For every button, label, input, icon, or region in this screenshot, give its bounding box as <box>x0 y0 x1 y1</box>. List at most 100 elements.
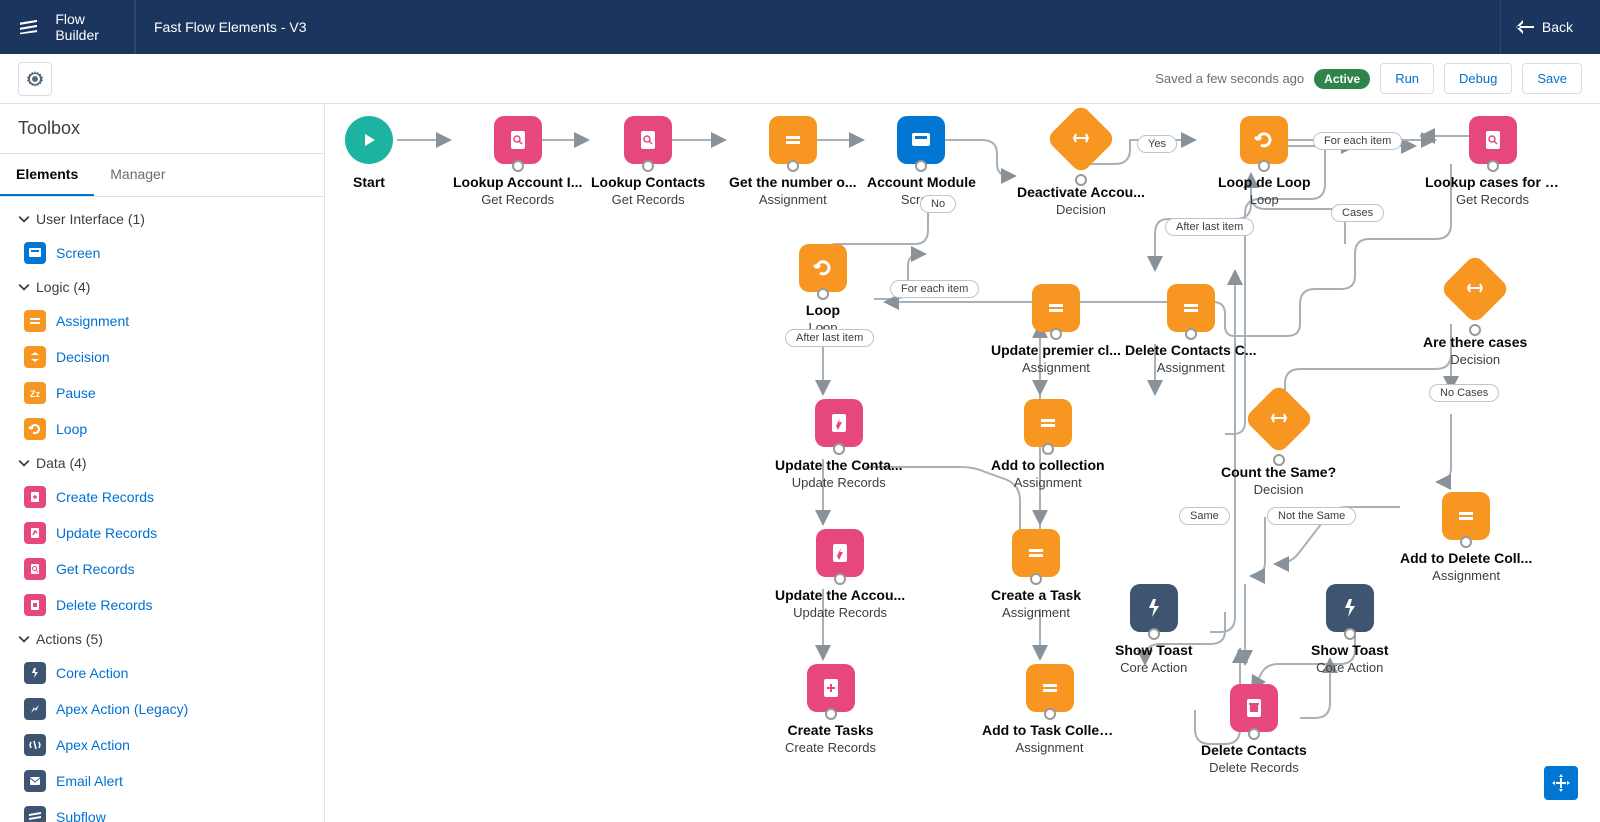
save-button[interactable]: Save <box>1522 63 1582 94</box>
assignment-icon <box>1032 284 1080 332</box>
node-update-premier[interactable]: Update premier cl...Assignment <box>991 284 1121 375</box>
loop-icon <box>799 244 847 292</box>
assignment-icon <box>1012 529 1060 577</box>
section-ui[interactable]: User Interface (1) <box>0 203 324 235</box>
node-lookup-account[interactable]: Lookup Account I...Get Records <box>453 116 582 207</box>
settings-button[interactable] <box>18 62 52 96</box>
core-action-icon <box>24 662 46 684</box>
delete-records-icon <box>24 594 46 616</box>
get-records-icon <box>624 116 672 164</box>
toolbox-panel: Toolbox Elements Manager User Interface … <box>0 104 325 822</box>
start-icon <box>345 116 393 164</box>
toolbox-tabs: Elements Manager <box>0 154 324 197</box>
get-records-icon <box>1469 116 1517 164</box>
delete-records-icon <box>1230 684 1278 732</box>
assignment-icon <box>24 310 46 332</box>
node-show-toast-1[interactable]: Show ToastCore Action <box>1115 584 1193 675</box>
node-get-number[interactable]: Get the number o...Assignment <box>729 116 857 207</box>
el-subflow[interactable]: Subflow <box>0 799 324 822</box>
section-actions[interactable]: Actions (5) <box>0 623 324 655</box>
active-badge: Active <box>1314 69 1370 89</box>
label-same: Same <box>1179 507 1230 525</box>
node-lookup-contacts[interactable]: Lookup ContactsGet Records <box>591 116 705 207</box>
node-deactivate[interactable]: Deactivate Accou...Decision <box>1017 114 1145 217</box>
chevron-down-icon <box>18 213 30 225</box>
el-update-records[interactable]: Update Records <box>0 515 324 551</box>
apex-icon <box>24 734 46 756</box>
subflow-icon <box>24 806 46 822</box>
pan-button[interactable] <box>1544 766 1578 800</box>
core-action-icon <box>1326 584 1374 632</box>
assignment-icon <box>1024 399 1072 447</box>
flow-canvas[interactable]: Start Lookup Account I...Get Records Loo… <box>325 104 1600 822</box>
el-decision[interactable]: Decision <box>0 339 324 375</box>
decision-icon <box>24 346 46 368</box>
assignment-icon <box>1167 284 1215 332</box>
el-apex[interactable]: Apex Action <box>0 727 324 763</box>
node-show-toast-2[interactable]: Show ToastCore Action <box>1311 584 1389 675</box>
label-notsame: Not the Same <box>1267 507 1356 525</box>
el-delete-records[interactable]: Delete Records <box>0 587 324 623</box>
connectors <box>325 104 1600 822</box>
assignment-icon <box>769 116 817 164</box>
node-add-collection[interactable]: Add to collectionAssignment <box>991 399 1105 490</box>
el-pause[interactable]: ZzPause <box>0 375 324 411</box>
run-button[interactable]: Run <box>1380 63 1434 94</box>
update-records-icon <box>815 399 863 447</box>
back-button[interactable]: Back <box>1500 0 1588 54</box>
el-loop[interactable]: Loop <box>0 411 324 447</box>
decision-icon <box>1243 384 1314 455</box>
label-afterlast: After last item <box>785 329 874 347</box>
section-data[interactable]: Data (4) <box>0 447 324 479</box>
get-records-icon <box>24 558 46 580</box>
node-create-task[interactable]: Create a TaskAssignment <box>991 529 1081 620</box>
app-logo: Flow Builder <box>0 0 135 54</box>
el-core-action[interactable]: Core Action <box>0 655 324 691</box>
el-email[interactable]: Email Alert <box>0 763 324 799</box>
node-loop-de-loop[interactable]: Loop de LoopLoop <box>1218 116 1311 207</box>
node-account-module[interactable]: Account ModuleScreen <box>867 116 976 207</box>
node-create-tasks[interactable]: Create TasksCreate Records <box>785 664 876 755</box>
label-afterlast2: After last item <box>1165 218 1254 236</box>
svg-text:Zz: Zz <box>30 389 40 399</box>
decision-icon <box>1046 104 1117 174</box>
label-foreach: For each item <box>1313 132 1402 150</box>
node-update-account[interactable]: Update the Accou...Update Records <box>775 529 905 620</box>
pause-icon: Zz <box>24 382 46 404</box>
node-count-same[interactable]: Count the Same?Decision <box>1221 394 1336 497</box>
el-get-records[interactable]: Get Records <box>0 551 324 587</box>
toolbar: Saved a few seconds ago Active Run Debug… <box>0 54 1600 104</box>
el-apex-legacy[interactable]: Apex Action (Legacy) <box>0 691 324 727</box>
node-lookup-cases[interactable]: Lookup cases for t...Get Records <box>1425 116 1560 207</box>
node-loop[interactable]: LoopLoop <box>799 244 847 335</box>
node-add-task-collec[interactable]: Add to Task Collec...Assignment <box>982 664 1117 755</box>
loop-icon <box>24 418 46 440</box>
label-foreach2: For each item <box>890 280 979 298</box>
update-records-icon <box>816 529 864 577</box>
tab-elements[interactable]: Elements <box>0 154 94 196</box>
chevron-down-icon <box>18 457 30 469</box>
screen-icon <box>24 242 46 264</box>
app-header: Flow Builder Fast Flow Elements - V3 Bac… <box>0 0 1600 54</box>
assignment-icon <box>1026 664 1074 712</box>
chevron-down-icon <box>18 281 30 293</box>
debug-button[interactable]: Debug <box>1444 63 1512 94</box>
node-update-contacts[interactable]: Update the Conta...Update Records <box>775 399 903 490</box>
el-assignment[interactable]: Assignment <box>0 303 324 339</box>
el-create-records[interactable]: Create Records <box>0 479 324 515</box>
save-status: Saved a few seconds ago <box>1155 71 1304 86</box>
label-yes: Yes <box>1137 135 1177 153</box>
tab-manager[interactable]: Manager <box>94 154 181 196</box>
node-are-there-cases[interactable]: Are there casesDecision <box>1423 264 1527 367</box>
section-logic[interactable]: Logic (4) <box>0 271 324 303</box>
app-brand: Flow Builder <box>37 11 134 43</box>
create-records-icon <box>807 664 855 712</box>
el-screen[interactable]: Screen <box>0 235 324 271</box>
node-delete-contacts-c[interactable]: Delete Contacts C...Assignment <box>1125 284 1256 375</box>
loop-icon <box>1240 116 1288 164</box>
node-add-delete-coll[interactable]: Add to Delete Coll...Assignment <box>1400 492 1532 583</box>
node-delete-contacts[interactable]: Delete ContactsDelete Records <box>1201 684 1307 775</box>
label-cases: Cases <box>1331 204 1384 222</box>
flow-title: Fast Flow Elements - V3 <box>135 0 325 54</box>
node-start[interactable]: Start <box>345 116 393 190</box>
